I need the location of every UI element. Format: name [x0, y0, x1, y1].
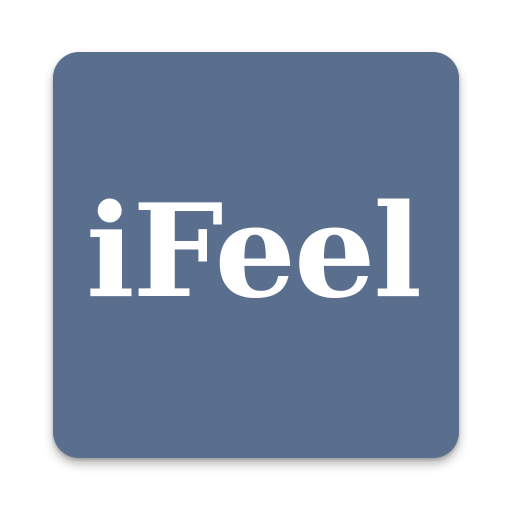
app-icon-canvas: iFeel — [0, 0, 512, 512]
app-icon-tile[interactable]: iFeel — [53, 52, 459, 458]
app-name-wordmark: iFeel — [86, 177, 422, 327]
